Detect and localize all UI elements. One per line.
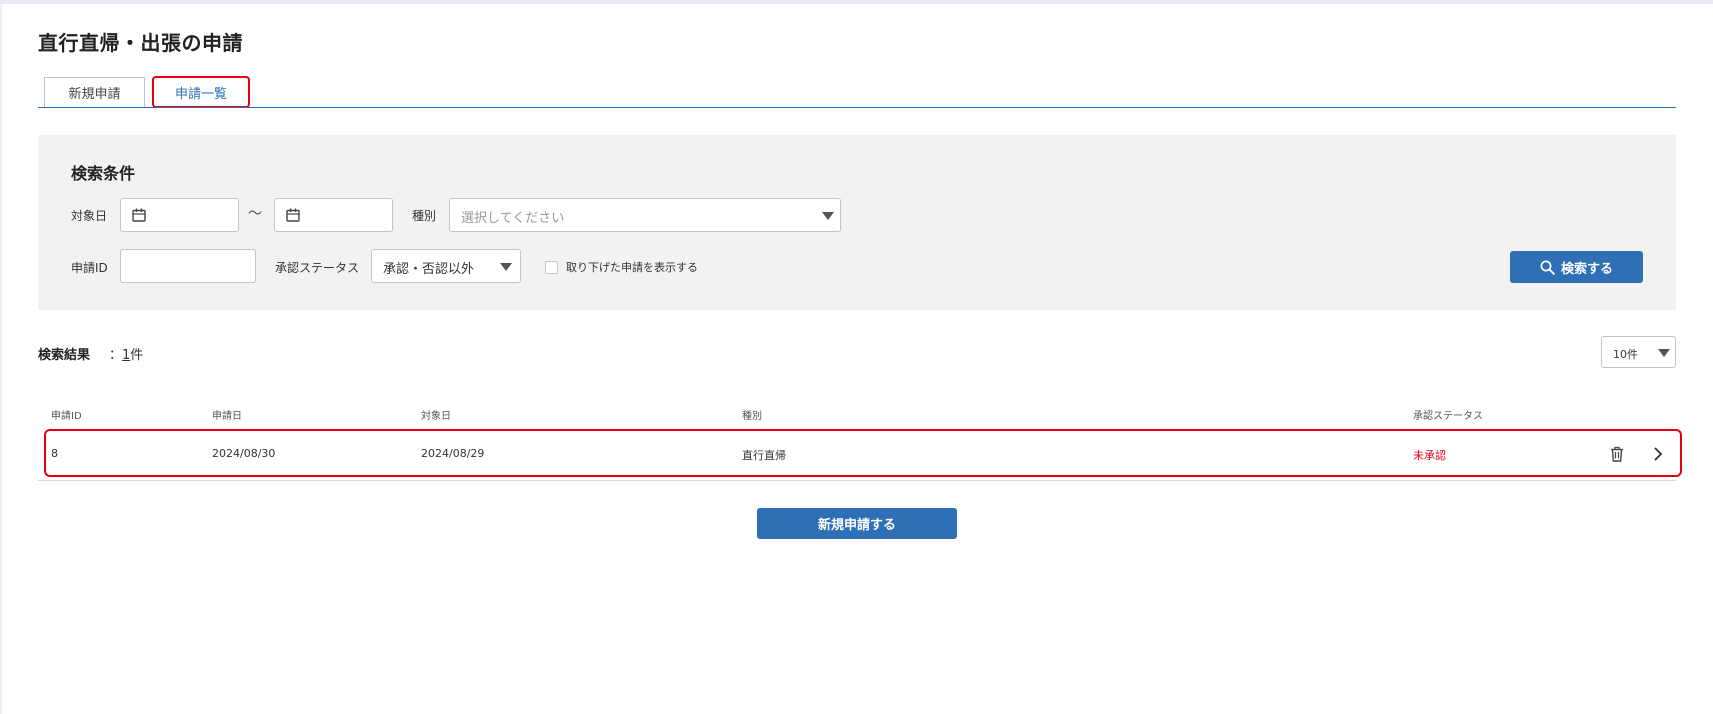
search-panel-title: 検索条件 xyxy=(71,164,136,183)
cell-approval-status: 未承認 xyxy=(1413,449,1446,462)
date-to-input[interactable] xyxy=(274,198,393,232)
date-range-separator: ～ xyxy=(248,206,262,222)
search-icon xyxy=(1540,260,1555,275)
result-count-prefix: ： xyxy=(109,348,123,363)
result-count: ：1件 xyxy=(109,344,143,363)
show-withdrawn-checkbox[interactable] xyxy=(545,261,558,274)
cell-type: 直行直帰 xyxy=(742,449,786,462)
approval-status-select[interactable]: 承認・否認以外 xyxy=(371,249,521,283)
header-type: 種別 xyxy=(742,411,762,422)
top-strip xyxy=(0,0,1713,4)
approval-status-value: 承認・否認以外 xyxy=(383,262,475,277)
header-target-date: 対象日 xyxy=(421,411,451,422)
calendar-icon xyxy=(286,208,300,222)
cell-target-date: 2024/08/29 xyxy=(421,447,485,460)
date-from-input[interactable] xyxy=(120,198,239,232)
type-select[interactable]: 選択してください xyxy=(449,198,841,232)
tab-application-list[interactable]: 申請一覧 xyxy=(152,76,250,108)
page-size-select[interactable]: 10件 xyxy=(1601,336,1676,368)
approval-status-label: 承認ステータス xyxy=(275,261,360,275)
tab-new-application[interactable]: 新規申請 xyxy=(44,77,145,107)
chevron-down-icon xyxy=(1658,349,1670,357)
trash-icon[interactable] xyxy=(1610,446,1624,462)
chevron-down-icon xyxy=(500,263,512,271)
application-id-label: 申請ID xyxy=(71,261,108,275)
header-approval-status: 承認ステータス xyxy=(1413,411,1483,422)
row-divider xyxy=(38,480,1676,481)
cell-application-id: 8 xyxy=(51,447,58,460)
chevron-down-icon xyxy=(822,212,834,220)
search-button[interactable]: 検索する xyxy=(1510,251,1643,283)
date-label: 対象日 xyxy=(71,209,108,223)
show-withdrawn-label: 取り下げた申請を表示する xyxy=(566,261,698,274)
new-application-button[interactable]: 新規申請する xyxy=(757,508,957,539)
calendar-icon xyxy=(132,208,146,222)
search-button-label: 検索する xyxy=(1560,261,1613,277)
page-size-value: 10件 xyxy=(1613,348,1638,361)
type-select-placeholder: 選択してください xyxy=(461,211,565,226)
page-title: 直行直帰・出張の申請 xyxy=(38,31,243,55)
application-id-input[interactable] xyxy=(120,249,256,283)
tab-underline xyxy=(38,107,1676,108)
header-application-id: 申請ID xyxy=(51,411,82,422)
result-count-unit: 件 xyxy=(130,348,144,363)
header-applied-date: 申請日 xyxy=(212,411,242,422)
chevron-right-icon[interactable] xyxy=(1653,446,1663,462)
result-label: 検索結果 xyxy=(38,348,91,363)
search-panel: 検索条件 対象日 ～ 種別 選択してください 申請ID 承認ステータス 承認・否… xyxy=(38,135,1676,310)
left-edge xyxy=(0,4,2,714)
cell-applied-date: 2024/08/30 xyxy=(212,447,276,460)
type-label: 種別 xyxy=(412,209,437,223)
